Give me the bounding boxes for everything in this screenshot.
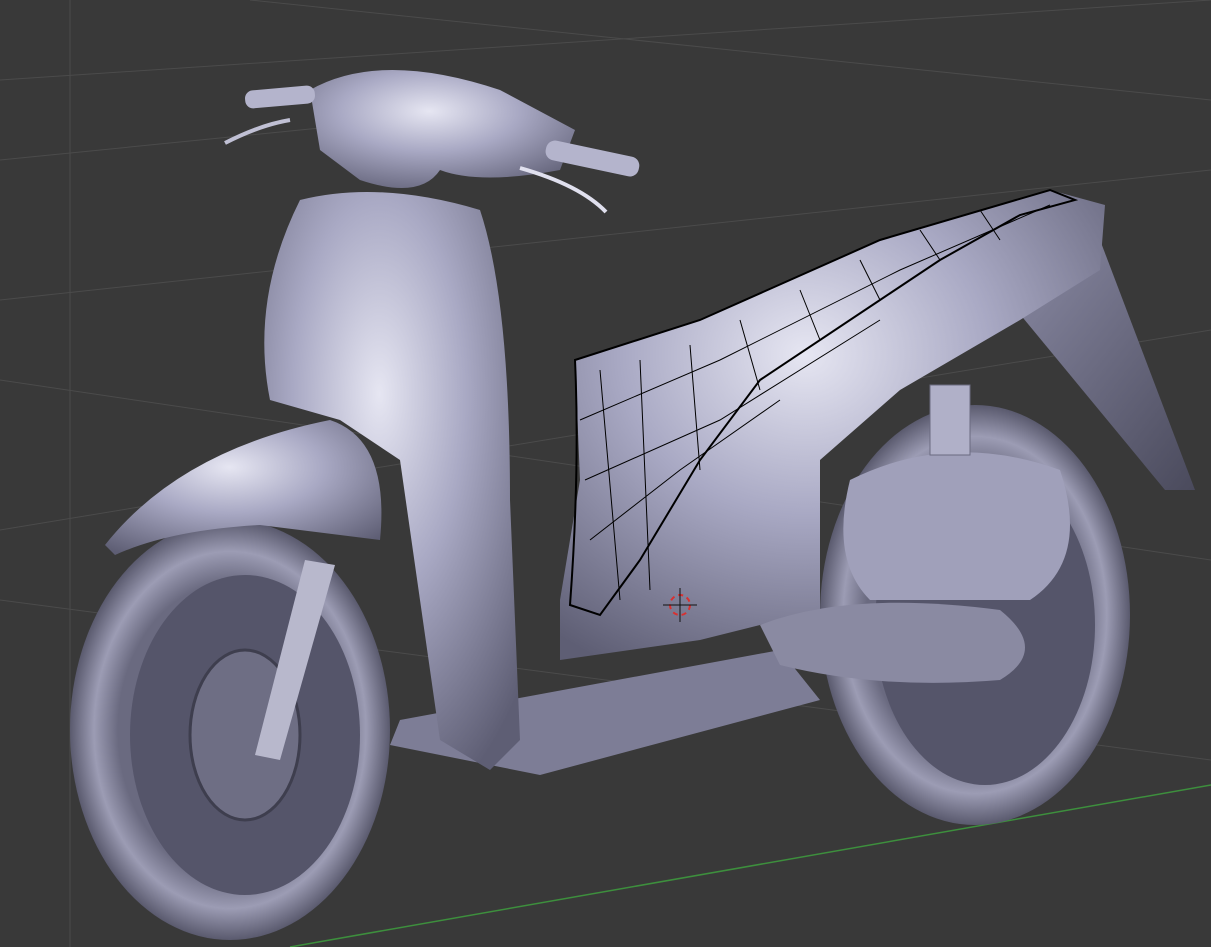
right-lever — [519, 166, 608, 214]
rear-shock — [929, 384, 971, 456]
left-grip — [245, 85, 315, 109]
3d-viewport[interactable] — [0, 0, 1211, 947]
viewport-canvas[interactable] — [0, 0, 1211, 947]
headset — [310, 70, 575, 188]
engine-cover — [843, 452, 1070, 600]
right-grip — [545, 140, 640, 177]
scooter-model[interactable] — [70, 70, 1195, 940]
x-axis-line — [289, 784, 1211, 947]
exhaust — [760, 602, 1025, 683]
